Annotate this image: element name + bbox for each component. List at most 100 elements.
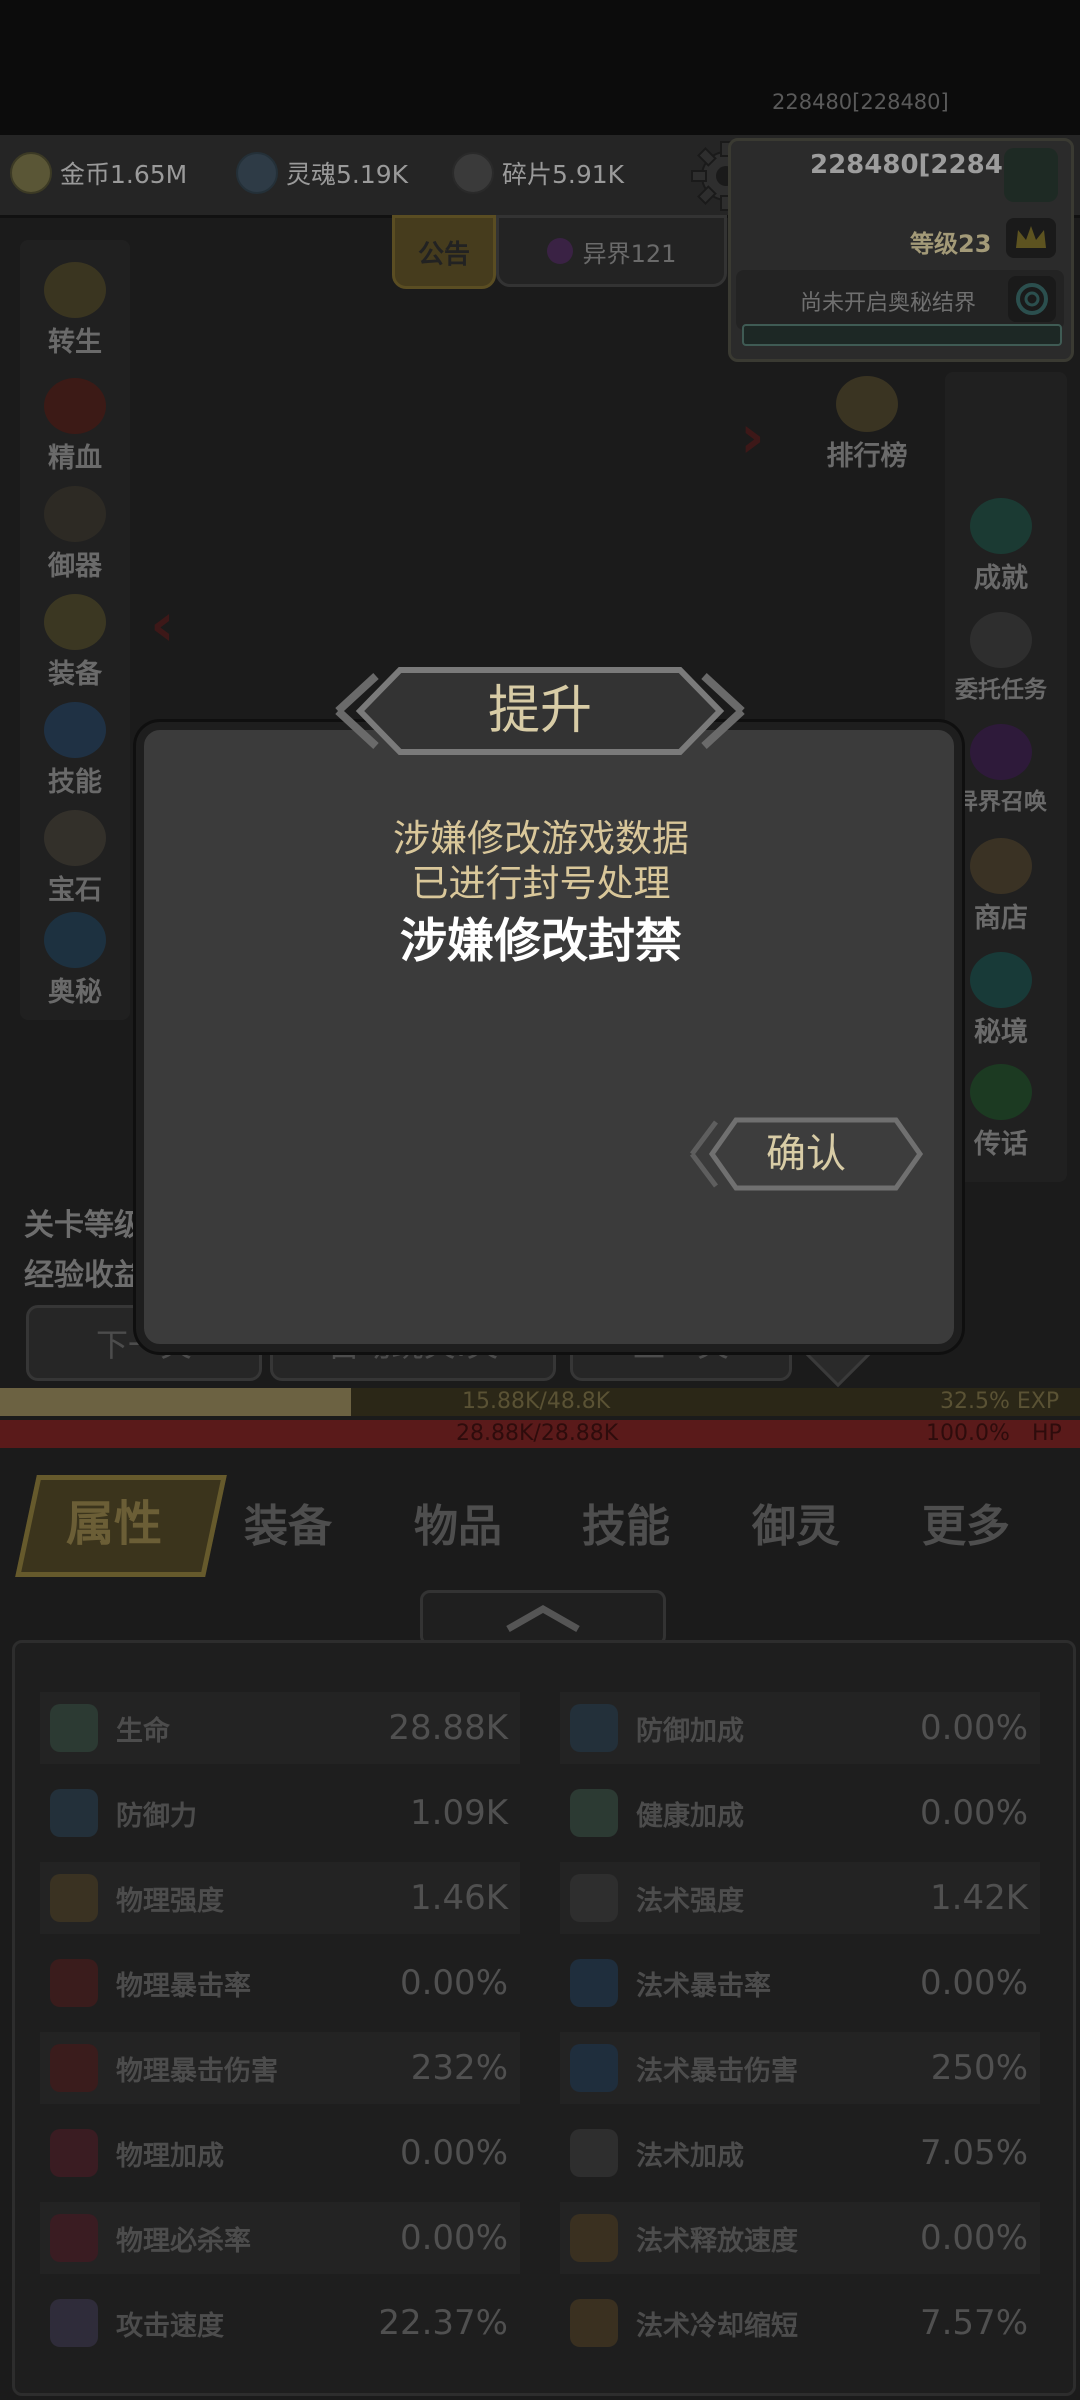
tab-equipment[interactable]: 装备 [244, 1490, 332, 1554]
stat-icon [50, 1789, 98, 1837]
shard-icon [452, 151, 494, 194]
tab-items[interactable]: 物品 [414, 1490, 502, 1554]
realm-orb-icon [970, 952, 1032, 1008]
stats-right-column: 防御加成 0.00% 健康加成 0.00% 法术强度 1.42K 法术暴击率 0.00% 法术暴… [560, 1692, 1040, 2372]
trophy-icon [836, 376, 898, 432]
stat-value: 7.05% [919, 2133, 1028, 2173]
gold-coin-icon [10, 151, 52, 194]
stat-row: 法术暴击率 0.00% [560, 1947, 1040, 2019]
resource-soul: 灵魂5.19K [236, 150, 408, 195]
collapse-button[interactable] [420, 1590, 666, 1646]
stat-icon [50, 1874, 98, 1922]
hp-percent: 100.0% [926, 1421, 1010, 1446]
essence-icon [44, 378, 106, 434]
stat-value: 0.00% [919, 1963, 1028, 2003]
rebirth-icon [44, 262, 106, 318]
menu-rebirth[interactable]: 转生 [20, 262, 130, 359]
realm-progress-bar [742, 324, 1062, 346]
menu-secret-realm[interactable]: 秘境 [946, 952, 1056, 1049]
stat-icon [50, 1959, 98, 2007]
stat-icon [50, 2129, 98, 2177]
soul-amount: 灵魂5.19K [286, 159, 409, 189]
stat-name: 物理必杀率 [116, 2225, 251, 2257]
artifact-icon [44, 486, 106, 542]
hp-text: 28.88K/28.88K [456, 1421, 619, 1446]
exp-percent: 32.5% EXP [940, 1389, 1060, 1414]
menu-arcane[interactable]: 奥秘 [20, 912, 130, 1009]
stat-name: 法术暴击率 [636, 1970, 771, 2002]
shard-amount: 碎片5.91K [502, 159, 625, 189]
menu-shop[interactable]: 商店 [946, 838, 1056, 935]
menu-label: 装备 [48, 659, 102, 690]
stat-name: 物理强度 [116, 1885, 224, 1917]
menu-label: 秘境 [974, 1017, 1028, 1048]
gold-amount: 金币1.65M [60, 159, 188, 189]
resource-gold: 金币1.65M [10, 150, 187, 195]
tab-spirits[interactable]: 御灵 [752, 1490, 840, 1554]
menu-message[interactable]: 传话 [946, 1064, 1056, 1161]
portal-icon [970, 724, 1032, 780]
stat-value: 232% [410, 2048, 508, 2088]
stat-icon [570, 1704, 618, 1752]
stat-row: 物理暴击率 0.00% [40, 1947, 520, 2019]
stat-icon [570, 1959, 618, 2007]
stat-icon [50, 2299, 98, 2347]
menu-achievement[interactable]: 成就 [946, 498, 1056, 595]
horn-icon [970, 1064, 1032, 1120]
stat-name: 物理暴击率 [116, 1970, 251, 2002]
exp-text: 15.88K/48.8K [462, 1389, 611, 1414]
dialog-ban-reason: 涉嫌修改封禁 [400, 914, 682, 969]
menu-equipment[interactable]: 装备 [20, 594, 130, 691]
scroll-left-arrow-icon[interactable]: ‹ [150, 590, 175, 660]
tab-skills[interactable]: 技能 [582, 1490, 670, 1554]
menu-label: 传话 [974, 1129, 1028, 1160]
menu-artifact[interactable]: 御器 [20, 486, 130, 583]
swirl-icon[interactable] [1008, 276, 1056, 322]
stat-row: 法术冷却缩短 7.57% [560, 2287, 1040, 2359]
notice-tab[interactable]: 公告 [392, 215, 496, 289]
notice-label: 公告 [417, 239, 470, 270]
menu-label: 奥秘 [48, 977, 102, 1008]
vortex-icon [546, 238, 573, 264]
stat-row: 法术释放速度 0.00% [560, 2202, 1040, 2274]
stat-name: 防御加成 [636, 1715, 744, 1747]
stat-value: 0.00% [919, 2218, 1028, 2258]
menu-label: 御器 [48, 551, 102, 582]
menu-label: 成就 [974, 563, 1028, 594]
stat-row: 物理暴击伤害 232% [40, 2032, 520, 2104]
dialog-message-line2: 已进行封号处理 [411, 862, 671, 905]
gem-bag-icon [44, 810, 106, 866]
hp-unit: HP [1032, 1421, 1062, 1446]
menu-skill[interactable]: 技能 [20, 702, 130, 799]
stat-value: 1.46K [410, 1878, 508, 1918]
menu-summon[interactable]: 异界召唤 [946, 724, 1056, 816]
menu-essence[interactable]: 精血 [20, 378, 130, 475]
chevron-up-icon [506, 1604, 580, 1633]
menu-label: 精血 [48, 443, 102, 474]
realm-status-text: 尚未开启奥秘结界 [800, 291, 977, 316]
stat-value: 0.00% [399, 1963, 508, 2003]
menu-label: 转生 [48, 327, 102, 358]
stat-icon [570, 2214, 618, 2262]
scroll-right-arrow-icon[interactable]: › [740, 402, 765, 472]
menu-gem[interactable]: 宝石 [20, 810, 130, 907]
crown-icon[interactable] [1006, 218, 1056, 258]
otherworld-tab[interactable]: 异界121 [496, 215, 727, 287]
stat-row: 生命 28.88K [40, 1692, 520, 1764]
stat-row: 法术强度 1.42K [560, 1862, 1040, 1934]
menu-label: 排行榜 [826, 441, 908, 472]
tab-more[interactable]: 更多 [922, 1490, 1010, 1554]
power-icon [1004, 148, 1058, 202]
stat-name: 法术加成 [636, 2140, 744, 2172]
menu-commission[interactable]: 委托任务 [946, 612, 1056, 704]
confirm-button[interactable]: 确认 [686, 1114, 926, 1194]
stat-row: 物理必杀率 0.00% [40, 2202, 520, 2274]
stat-icon [50, 2044, 98, 2092]
stat-value: 1.09K [410, 1793, 508, 1833]
menu-label: 委托任务 [955, 677, 1047, 703]
stat-icon [50, 1704, 98, 1752]
menu-ranking[interactable]: 排行榜 [812, 376, 922, 473]
menu-label: 异界召唤 [955, 789, 1047, 815]
stat-icon [570, 1789, 618, 1837]
stat-name: 生命 [116, 1715, 170, 1747]
